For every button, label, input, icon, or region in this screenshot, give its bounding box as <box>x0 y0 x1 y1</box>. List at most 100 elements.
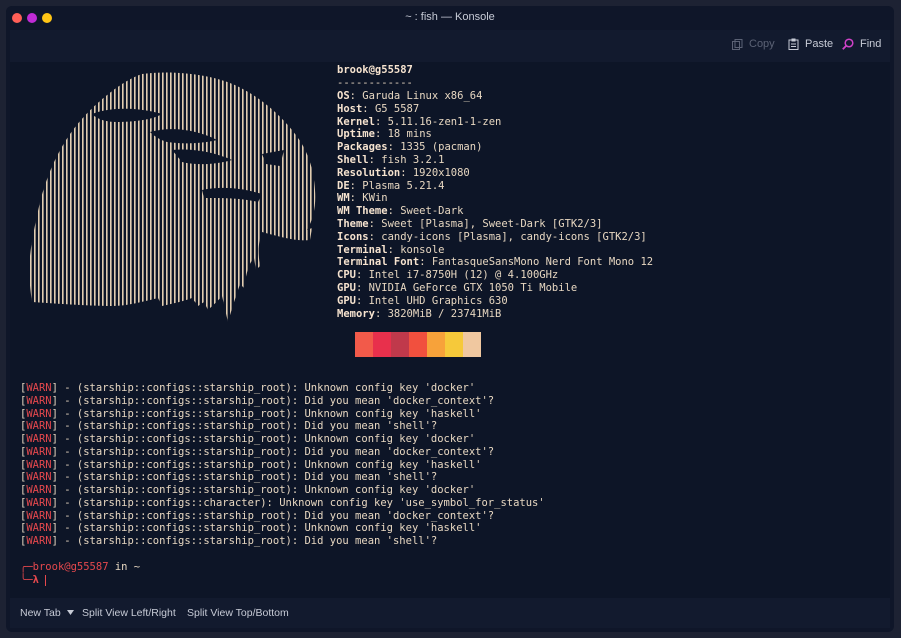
warning-line: [WARN] - (starship::configs::starship_ro… <box>20 420 437 432</box>
konsole-window: ~ : fish — Konsole Copy Paste Find brook… <box>6 6 894 632</box>
text-cursor <box>45 574 47 586</box>
warning-message: ] - (starship::configs::starship_root): … <box>51 509 495 522</box>
warning-tag: WARN <box>26 394 52 407</box>
system-info-key: Shell <box>337 154 369 166</box>
system-info-row: Terminal Font: FantasqueSansMono Nerd Fo… <box>337 256 653 268</box>
palette-swatch <box>355 332 373 357</box>
warning-message: ] - (starship::configs::starship_root): … <box>51 471 438 484</box>
system-info-value: : 5.11.16-zen1-1-zen <box>374 115 502 128</box>
warning-message: ] - (starship::configs::starship_root): … <box>51 382 476 394</box>
warning-line: [WARN] - (starship::configs::starship_ro… <box>20 471 437 483</box>
paste-icon <box>788 38 799 50</box>
system-info-value: : candy-icons [Plasma], candy-icons [GTK… <box>368 230 647 243</box>
split-left-right-button[interactable]: Split View Left/Right <box>82 607 176 619</box>
system-info-key: Uptime <box>337 128 375 141</box>
warning-tag: WARN <box>26 509 52 522</box>
system-info-value: : Sweet-Dark <box>387 205 464 218</box>
warning-tag: WARN <box>26 458 52 471</box>
warning-line: [WARN] - (starship::configs::starship_ro… <box>20 433 475 445</box>
palette-swatch <box>445 332 463 357</box>
warning-line: [WARN] - (starship::configs::starship_ro… <box>20 382 475 394</box>
garuda-eagle-ascii-logo <box>29 72 316 322</box>
warning-line: [WARN] - (starship::configs::starship_ro… <box>20 395 494 407</box>
system-info-key: Terminal <box>337 243 388 256</box>
warning-message: ] - (starship::configs::character): Unkn… <box>51 496 545 509</box>
system-info-value: : Plasma 5.21.4 <box>349 179 445 192</box>
system-info-value: : Sweet [Plasma], Sweet-Dark [GTK2/3] <box>368 218 603 230</box>
system-info-row: CPU: Intel i7-8750H (12) @ 4.100GHz <box>337 269 558 281</box>
warning-tag: WARN <box>26 445 52 458</box>
copy-button[interactable]: Copy <box>732 38 775 50</box>
warning-message: ] - (starship::configs::starship_root): … <box>51 407 482 420</box>
system-info-key: Resolution <box>337 166 401 179</box>
warning-tag: WARN <box>26 382 52 394</box>
palette-swatch <box>373 332 391 357</box>
system-info-key: OS <box>337 90 350 102</box>
tab-bar: New Tab Split View Left/Right Split View… <box>10 598 890 628</box>
neofetch-separator: ------------ <box>337 77 413 89</box>
system-info-value: : fish 3.2.1 <box>368 154 445 166</box>
system-info-key: Kernel <box>337 115 375 128</box>
warning-line: [WARN] - (starship::configs::starship_ro… <box>20 484 475 496</box>
find-button[interactable]: Find <box>842 38 881 50</box>
system-info-value: : konsole <box>387 243 445 256</box>
new-tab-label: New Tab <box>20 607 61 619</box>
warning-message: ] - (starship::configs::starship_root): … <box>51 394 495 407</box>
system-info-value: : 1335 (pacman) <box>387 141 483 154</box>
toolbar: Copy Paste Find <box>10 30 890 62</box>
system-info-row: Shell: fish 3.2.1 <box>337 154 444 166</box>
paste-button[interactable]: Paste <box>788 38 833 50</box>
palette-swatch <box>463 332 481 357</box>
warning-tag: WARN <box>26 496 52 509</box>
system-info-row: Icons: candy-icons [Plasma], candy-icons… <box>337 231 647 243</box>
paste-label: Paste <box>805 38 834 50</box>
split-top-bottom-label: Split View Top/Bottom <box>187 607 289 619</box>
system-info-row: Resolution: 1920x1080 <box>337 167 470 179</box>
system-info-key: Packages <box>337 141 388 154</box>
palette-swatch <box>391 332 409 357</box>
system-info-row: DE: Plasma 5.21.4 <box>337 180 444 192</box>
warning-message: ] - (starship::configs::starship_root): … <box>51 445 495 458</box>
warning-message: ] - (starship::configs::starship_root): … <box>51 535 438 547</box>
system-info-value: : NVIDIA GeForce GTX 1050 Ti Mobile <box>355 282 578 294</box>
prompt-user-host: brook@g55587 <box>32 561 109 573</box>
title-bar[interactable]: ~ : fish — Konsole <box>6 6 894 30</box>
warning-line: [WARN] - (starship::configs::character):… <box>20 497 545 509</box>
new-tab-button[interactable]: New Tab <box>20 607 61 619</box>
system-info-row: WM: KWin <box>337 192 388 204</box>
neofetch-header: brook@g55587 <box>337 64 413 76</box>
system-info-row: Host: G5 5587 <box>337 103 419 115</box>
warning-line: [WARN] - (starship::configs::starship_ro… <box>20 408 482 420</box>
system-info-key: WM Theme <box>337 205 388 218</box>
search-icon <box>842 38 854 50</box>
warning-message: ] - (starship::configs::starship_root): … <box>51 458 482 471</box>
split-top-bottom-button[interactable]: Split View Top/Bottom <box>187 607 289 619</box>
terminal-area[interactable]: brook@g55587 ------------ OS: Garuda Lin… <box>10 62 890 598</box>
chevron-down-icon <box>67 610 74 615</box>
system-info-key: Memory <box>337 307 375 320</box>
prompt-corner-bottom: ╰─ <box>20 574 33 586</box>
system-info-key: CPU <box>337 269 356 282</box>
warning-line: [WARN] - (starship::configs::starship_ro… <box>20 459 482 471</box>
system-info-row: Theme: Sweet [Plasma], Sweet-Dark [GTK2/… <box>337 218 603 230</box>
palette-swatch <box>409 332 427 357</box>
system-info-key: Icons <box>337 230 369 243</box>
system-info-value: : Intel UHD Graphics 630 <box>355 294 508 307</box>
palette-swatch <box>427 332 445 357</box>
system-info-key: Theme <box>337 218 369 230</box>
system-info-row: OS: Garuda Linux x86_64 <box>337 90 482 102</box>
new-tab-dropdown[interactable] <box>67 606 74 618</box>
system-info-key: Terminal Font <box>337 256 420 269</box>
prompt-corner-top: ╭─ <box>20 561 33 573</box>
system-info-row: Terminal: konsole <box>337 244 444 256</box>
warning-message: ] - (starship::configs::starship_root): … <box>51 522 482 535</box>
warning-tag: WARN <box>26 420 52 433</box>
find-label: Find <box>860 38 882 50</box>
warning-tag: WARN <box>26 433 52 445</box>
system-info-key: DE <box>337 179 350 192</box>
system-info-value: : Garuda Linux x86_64 <box>349 90 483 102</box>
warning-line: [WARN] - (starship::configs::starship_ro… <box>20 535 437 547</box>
system-info-row: GPU: Intel UHD Graphics 630 <box>337 295 508 307</box>
system-info-row: Kernel: 5.11.16-zen1-1-zen <box>337 116 501 128</box>
prompt-line-1: ╭─brook@g55587 in ~ <box>20 561 140 573</box>
